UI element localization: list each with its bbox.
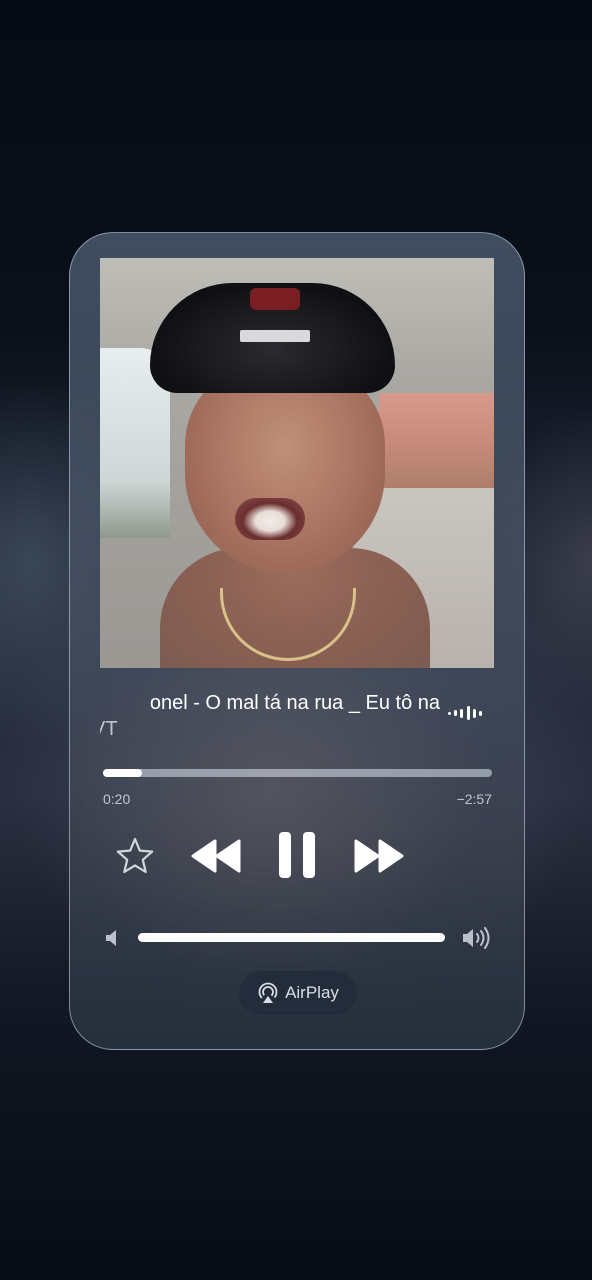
- rewind-button[interactable]: [189, 837, 243, 875]
- airplay-label: AirPlay: [285, 983, 339, 1002]
- elapsed-time: 0:20: [103, 791, 131, 807]
- favorite-button[interactable]: [115, 836, 155, 876]
- rewind-icon: [191, 839, 241, 873]
- now-playing-card: onel - O mal tá na rua _ Eu tô na VT 0:2…: [69, 232, 525, 1050]
- track-title-marquee: onel - O mal tá na rua _ Eu tô na: [100, 688, 440, 718]
- volume-max-button[interactable]: [462, 925, 492, 951]
- volume-slider[interactable]: [138, 933, 445, 942]
- volume-level-fill: [138, 933, 445, 942]
- fast-forward-button[interactable]: [352, 837, 406, 875]
- playback-progress-fill: [103, 769, 142, 777]
- track-title: onel - O mal tá na rua _ Eu tô na: [149, 692, 440, 714]
- star-outline-icon: [116, 837, 154, 874]
- audio-waveform-icon: [448, 705, 482, 721]
- pause-icon: [279, 832, 315, 878]
- airplay-icon: [258, 982, 278, 1003]
- speaker-low-icon: [106, 930, 116, 946]
- pause-button[interactable]: [277, 830, 317, 880]
- album-artwork: [100, 258, 494, 668]
- track-artist-marquee: VT: [100, 716, 300, 742]
- speaker-high-icon: [463, 927, 490, 949]
- track-artist: VT: [100, 718, 118, 740]
- volume-min-button[interactable]: [104, 927, 122, 949]
- airplay-button[interactable]: AirPlay: [239, 971, 357, 1015]
- fast-forward-icon: [354, 839, 404, 873]
- remaining-time: −2:57: [456, 791, 492, 807]
- playback-scrubber[interactable]: [103, 769, 492, 777]
- screen: onel - O mal tá na rua _ Eu tô na VT 0:2…: [0, 0, 592, 1280]
